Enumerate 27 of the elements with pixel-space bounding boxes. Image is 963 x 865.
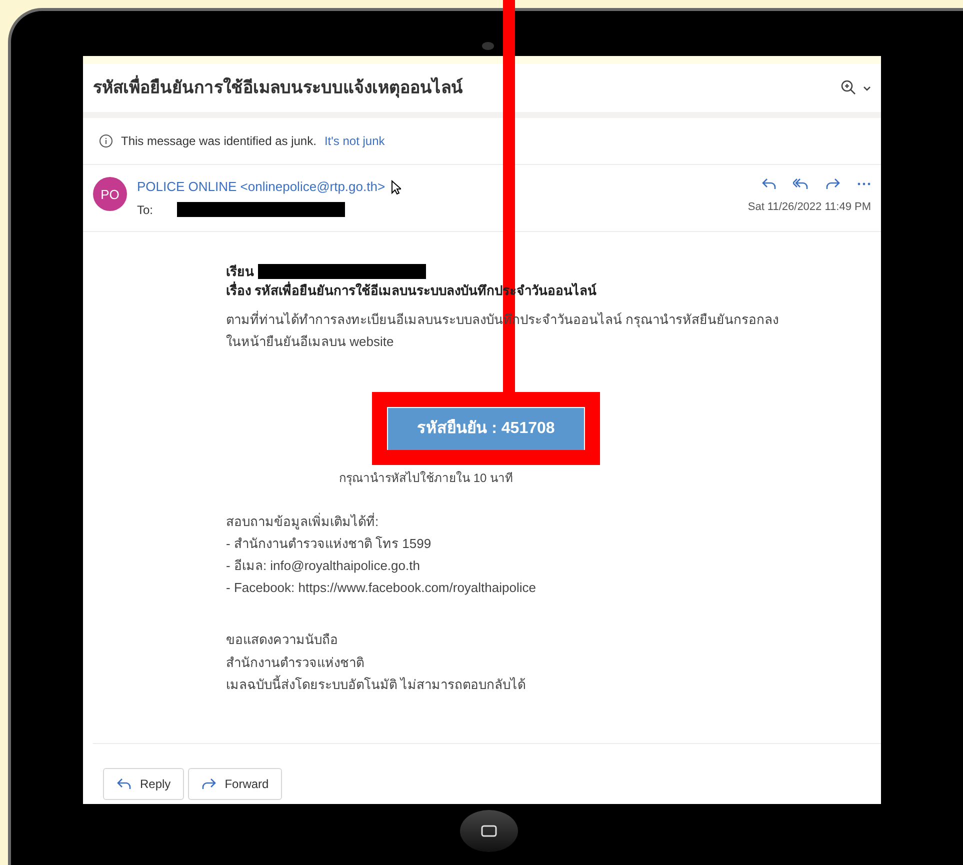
reply-all-icon[interactable] [793,177,809,192]
reply-icon[interactable] [761,177,777,192]
reply-icon [116,777,132,791]
zoom-icon[interactable] [841,80,871,96]
contact-heading: สอบถามข้อมูลเพิ่มเติมได้ที่: [226,512,380,532]
mouse-pointer-icon [391,180,402,195]
forward-icon [200,777,217,791]
sent-date: Sat 11/26/2022 11:49 PM [748,200,871,216]
info-icon [99,134,113,148]
code-note: กรุณานำรหัสไปใช้ภายใน 10 นาที [338,470,514,488]
closing-line: เมลฉบับนี้ส่งโดยระบบอัตโนมัติ ไม่สามารถตอบกลับได้ [226,674,527,694]
greeting: เรียน [226,262,254,281]
forward-icon[interactable] [825,177,841,192]
forward-button[interactable]: Forward [188,768,282,800]
closing-line: สำนักงานตำรวจแห่งชาติ [226,654,365,672]
contact-line: - สำนักงานตำรวจแห่งชาติ โทร 1599 [226,535,432,554]
not-junk-link[interactable]: It's not junk [324,132,385,150]
to-label: To: [137,202,154,219]
verification-code-button[interactable]: รหัสยืนยัน : 451708 [388,408,584,450]
sender-name[interactable]: POLICE ONLINE <onlinepolice@rtp.go.th> [137,177,386,197]
junk-notice: This message was identified as junk. [121,133,316,150]
reply-button[interactable]: Reply [103,768,184,800]
sender-avatar: PO [93,177,127,212]
contact-line: - Facebook: https://www.facebook.com/royalthaipolice [226,579,537,598]
closing-line: ขอแสดงความนับถือ [226,631,339,650]
contact-line: - อีเมล: info@royalthaipolice.go.th [226,557,421,576]
square-icon [481,825,497,837]
